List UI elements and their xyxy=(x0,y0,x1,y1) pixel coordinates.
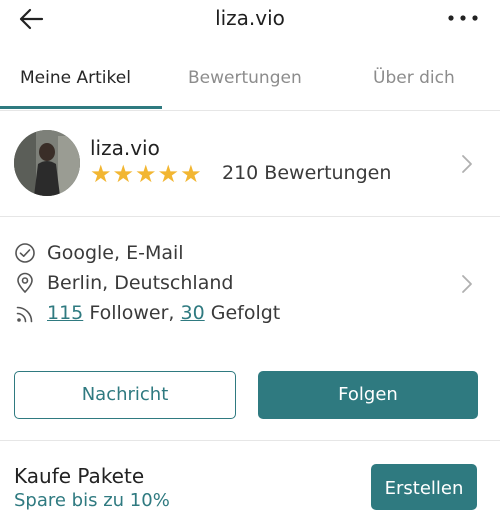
follow-button[interactable]: Folgen xyxy=(258,371,478,419)
page-title: liza.vio xyxy=(215,6,285,30)
star-icon: ★ xyxy=(135,160,157,188)
bundles-title: Kaufe Pakete xyxy=(14,464,145,488)
avatar-photo xyxy=(14,130,80,196)
star-icon: ★ xyxy=(180,160,202,188)
message-button[interactable]: Nachricht xyxy=(14,371,236,419)
rss-feed-icon xyxy=(16,306,33,323)
avatar[interactable] xyxy=(14,130,80,196)
tab-reviews[interactable]: Bewertungen xyxy=(188,68,302,88)
location-info: Berlin, Deutschland xyxy=(47,272,234,294)
location-pin-icon xyxy=(17,272,33,293)
profile-username: liza.vio xyxy=(90,136,160,160)
chevron-right-icon[interactable] xyxy=(460,274,474,294)
follow-stats: 115 Follower, 30 Gefolgt xyxy=(47,302,280,324)
check-circle-icon xyxy=(15,243,35,263)
following-label: Gefolgt xyxy=(210,302,281,324)
create-bundle-button[interactable]: Erstellen xyxy=(371,464,477,510)
active-tab-indicator xyxy=(0,106,162,109)
rating-stars: ★★★★★ xyxy=(90,162,203,186)
tab-bar: Meine Artikel Bewertungen Über dich xyxy=(0,56,500,111)
star-icon: ★ xyxy=(90,160,112,188)
followers-count-link[interactable]: 115 xyxy=(47,302,83,324)
following-count-link[interactable]: 30 xyxy=(181,302,205,324)
tab-my-items[interactable]: Meine Artikel xyxy=(20,68,131,88)
more-horizontal-icon[interactable] xyxy=(446,10,480,26)
verified-info: Google, E-Mail xyxy=(47,242,184,264)
bundles-discount: Spare bis zu 10% xyxy=(14,490,170,511)
star-icon: ★ xyxy=(157,160,180,188)
reviews-count[interactable]: 210 Bewertungen xyxy=(222,162,391,184)
divider xyxy=(0,440,500,441)
star-icon: ★ xyxy=(112,160,135,188)
tab-about[interactable]: Über dich xyxy=(373,68,455,88)
chevron-right-icon[interactable] xyxy=(460,154,474,174)
divider xyxy=(0,216,500,217)
followers-label: Follower, xyxy=(89,302,175,324)
